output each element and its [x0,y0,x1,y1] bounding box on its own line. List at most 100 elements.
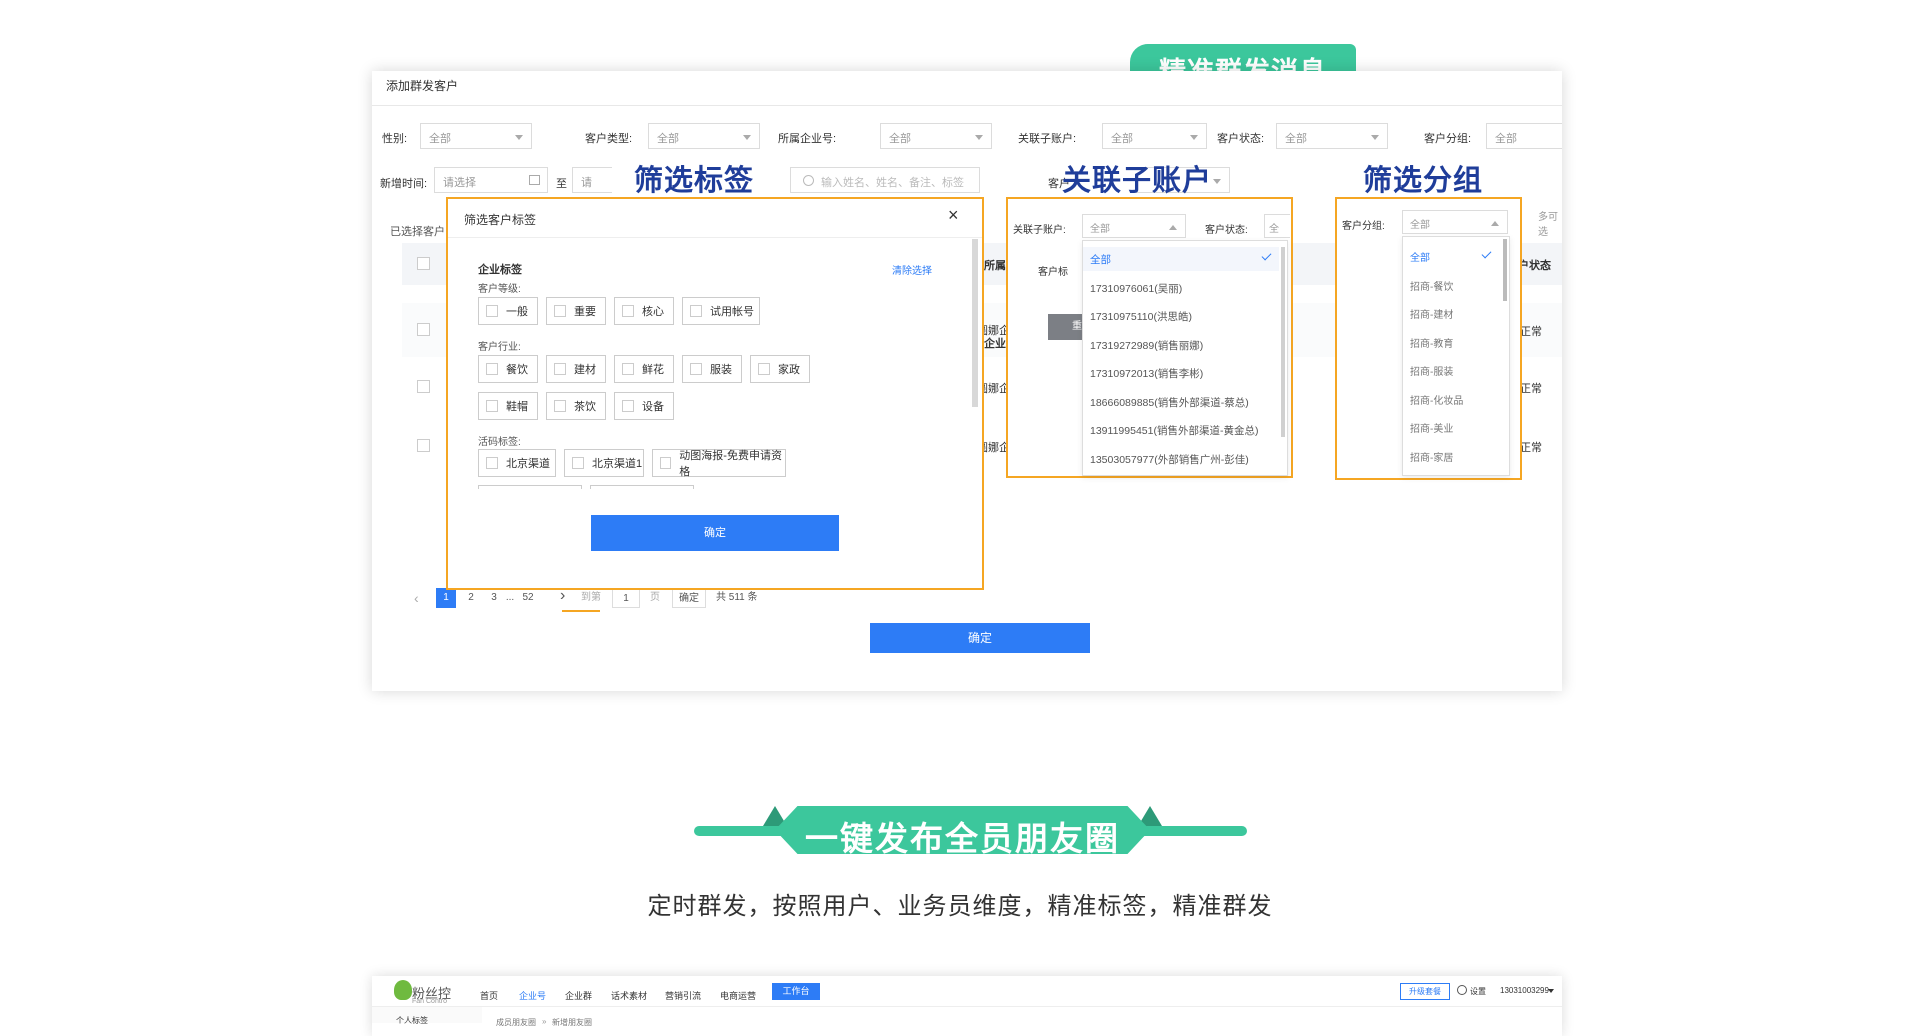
tag-industry[interactable]: 建材 [546,355,606,383]
group-option[interactable]: 招商-美业 [1410,420,1453,435]
group-select[interactable]: 全部 [1486,123,1562,149]
tag-qr[interactable]: 北京渠道 [478,449,556,477]
page-ellipsis: ... [505,592,515,603]
sub-account-option[interactable]: 18666089885(销售外部渠道-蔡总) [1090,395,1249,410]
tag-level-general[interactable]: 一般 [478,297,538,325]
page-1[interactable]: 1 [436,588,456,608]
tag-industry[interactable]: 鲜花 [614,355,674,383]
tag-modal-confirm[interactable]: 确定 [591,515,839,551]
group-panel-select[interactable]: 全部 [1402,210,1508,234]
page-3[interactable]: 3 [486,588,502,608]
dropdown-scrollbar[interactable] [1503,239,1507,301]
close-icon[interactable]: × [948,205,959,226]
tag-industry[interactable]: 服装 [682,355,742,383]
checkbox [554,363,566,375]
sub-panel-select[interactable]: 全部 [1082,214,1186,238]
tag-label: 动图海报-免费申请资格 [679,450,782,478]
nav-group[interactable]: 企业群 [565,989,592,1002]
dropdown-selected-row [1083,247,1279,271]
account-menu[interactable]: 13031003299 [1500,986,1549,995]
select-all-checkbox[interactable] [417,257,430,270]
chevron-down-icon [1190,135,1198,140]
group-option[interactable]: 全部 [1410,249,1430,264]
tag-qr[interactable]: 动图海报-免费申请资格 [652,449,786,478]
group-panel-label: 客户分组: [1342,221,1385,232]
tag-industry[interactable]: 设备 [614,392,674,420]
tag-label: 设备 [642,401,664,413]
tag-level-trial[interactable]: 试用帐号 [682,297,760,325]
tag-industry[interactable]: 餐饮 [478,355,538,383]
gear-icon[interactable] [1457,985,1467,995]
sub-account-option[interactable]: 17310976061(吴丽) [1090,281,1182,296]
sub-account-option[interactable]: 17310972013(销售李彬) [1090,366,1203,381]
gender-select[interactable]: 全部 [420,123,532,149]
checkbox [690,305,702,317]
checkbox [572,457,584,469]
tag-industry[interactable]: 鞋帽 [478,392,538,420]
chevron-down-icon [515,135,523,140]
chevron-down-icon [743,135,751,140]
status-select[interactable]: 全部 [1276,123,1388,149]
nav-ecommerce[interactable]: 电商运营 [720,989,756,1002]
tag-industry[interactable]: 家政 [750,355,810,383]
checkbox [486,305,498,317]
modal-scrollbar[interactable] [972,239,978,407]
row-checkbox[interactable] [417,380,430,393]
prev-page-icon[interactable]: ‹ [414,590,419,606]
overlay-filter-tags: 筛选标签 [634,165,755,197]
tag-qr[interactable]: 北京渠道1 [564,449,644,477]
sub-account-option[interactable]: 13911995451(销售外部渠道-黄金总) [1090,423,1258,438]
added-time-label: 新增时间: [380,178,428,190]
group-option[interactable]: 招商-建材 [1410,306,1453,321]
group-option[interactable]: 招商-化妆品 [1410,392,1463,407]
tag-label: 北京渠道1 [592,458,643,470]
search-input[interactable]: 输入姓名、姓名、备注、标签 [790,167,980,193]
group-option[interactable]: 招商-服装 [1410,363,1453,378]
group-option[interactable]: 招商-餐饮 [1410,278,1453,293]
chevron-down-icon[interactable] [1548,989,1554,993]
nav-marketing[interactable]: 营销引流 [665,989,701,1002]
nav-workbench[interactable]: 工作台 [772,983,820,1000]
tag-label: 试用帐号 [710,306,754,318]
customer-type-select[interactable]: 全部 [648,123,760,149]
nav-scripts[interactable]: 话术素材 [611,989,647,1002]
nav-corp[interactable]: 企业号 [519,989,546,1002]
checkbox [486,400,498,412]
status-label: 客户状态: [1217,133,1265,145]
date-to-input[interactable]: 请 [572,167,612,193]
goto-input[interactable]: 1 [612,588,640,608]
group-option[interactable]: 招商-家居 [1410,449,1453,464]
sub-account-option[interactable]: 17319272989(销售丽娜) [1090,338,1203,353]
col-corp: 所属 [984,260,1006,272]
row-checkbox[interactable] [417,323,430,336]
confirm-button[interactable]: 确定 [870,623,1090,653]
corp-label: 所属企业号: [778,133,837,145]
nav-home[interactable]: 首页 [480,989,498,1002]
page-2[interactable]: 2 [461,588,481,608]
upgrade-button[interactable]: 升级套餐 [1400,983,1450,1000]
goto-confirm[interactable]: 确定 [672,588,706,608]
sub-account-dropdown [1082,240,1288,476]
sidebar-item-personal-tags[interactable]: 个人标签 [396,1015,428,1026]
logo-sub: Fan Contro [412,998,448,1005]
tag-industry[interactable]: 茶饮 [546,392,606,420]
row-checkbox[interactable] [417,439,430,452]
total-count: 共 511 条 [716,592,758,603]
dropdown-scrollbar[interactable] [1281,247,1285,437]
clear-selection-link[interactable]: 清除选择 [892,262,932,277]
tag-level-core[interactable]: 核心 [614,297,674,325]
sub-account-option[interactable]: 13503057977(外部销售广州-彭佳) [1090,452,1249,467]
sub-account-option[interactable]: 17310975110(洪思皓) [1090,309,1192,324]
page-52[interactable]: 52 [518,588,538,608]
sub-account-option[interactable]: 全部 [1090,252,1111,267]
corp-select[interactable]: 全部 [880,123,992,149]
date-from-input[interactable]: 请选择 [434,167,548,193]
sub-account-select[interactable]: 全部 [1102,123,1207,149]
settings-link[interactable]: 设置 [1470,986,1486,997]
sub-panel-status-select[interactable]: 全 [1264,214,1290,238]
tag-level-important[interactable]: 重要 [546,297,606,325]
group-option[interactable]: 招商-教育 [1410,335,1453,350]
chevron-down-icon [1371,135,1379,140]
gender-label: 性别: [382,133,408,145]
card-divider [372,105,1562,106]
